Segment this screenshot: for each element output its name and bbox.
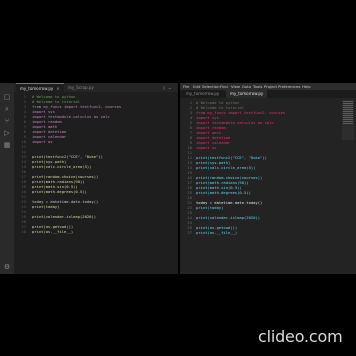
line-number: 28	[21, 229, 26, 234]
watermark-text: clideo.com	[258, 327, 343, 346]
more-icon[interactable]: …	[169, 85, 174, 90]
code-text: print(calc.circle_area(5))	[32, 164, 92, 169]
source-control-icon[interactable]: ⑂	[3, 117, 11, 125]
code-text: print(math.degrees(0.5))	[32, 189, 87, 194]
menu-item-file[interactable]: File	[183, 83, 189, 90]
code-text: print(os.__file__)	[196, 230, 238, 235]
code-text: import os	[32, 139, 53, 144]
left-editor-window: ▢ ⌕ ⑂ ▷ ▦ ⚙ my_tomorrow.py × my_Scrap.py …	[0, 83, 178, 274]
tab-label: my_tomorrow.py	[20, 86, 54, 91]
gear-icon[interactable]: ⚙	[3, 263, 11, 271]
screen-recording-frame: ▢ ⌕ ⑂ ▷ ▦ ⚙ my_tomorrow.py × my_Scrap.py …	[0, 83, 356, 274]
code-text: print(math.degrees(0.5))	[196, 190, 251, 195]
minimap[interactable]	[342, 100, 354, 140]
tab-my-tomorrow-1[interactable]: my_tomorrow.py	[182, 90, 223, 98]
activity-bar: ▢ ⌕ ⑂ ▷ ▦ ⚙	[0, 83, 14, 274]
tab-my-scrap[interactable]: my_Scrap.py	[64, 83, 98, 92]
code-text: print(today)	[32, 204, 60, 209]
tab-label: my_tomorrow.py	[186, 91, 220, 96]
right-code-editor[interactable]: 1 # Welcome to python 2 # Welcome to tutori…	[180, 100, 356, 274]
menu-item-preferences[interactable]: Preferences	[278, 83, 300, 90]
code-line[interactable]: 28 print(os.__file__)	[14, 229, 73, 234]
menu-item-view[interactable]: View	[231, 83, 240, 90]
menu-item-find[interactable]: Find	[220, 83, 228, 90]
menu-bar: File Edit Selection Find View Goto Tools Projec…	[180, 83, 356, 90]
code-text: print(calendar.isleap(2020))	[196, 215, 261, 220]
tab-my-tomorrow-2[interactable]: my_tomorrow.py	[226, 90, 268, 98]
right-tab-bar: my_tomorrow.py my_tomorrow.py	[180, 90, 356, 98]
menu-item-help[interactable]: Help	[302, 83, 311, 90]
code-text: print(calendar.isleap(2020))	[32, 214, 97, 219]
debug-icon[interactable]: ▷	[3, 129, 11, 137]
code-line[interactable]: 27 print(os.__file__)	[180, 230, 237, 235]
menu-item-selection[interactable]: Selection	[202, 83, 220, 90]
tab-label: my_Scrap.py	[68, 85, 94, 90]
menu-item-tools[interactable]: Tools	[253, 83, 262, 90]
line-number: 27	[187, 230, 192, 235]
right-editor-window: File Edit Selection Find View Goto Tools Projec…	[180, 83, 356, 274]
left-code-editor[interactable]: 1 # Welcome to python 2 # Welcome to tutori…	[14, 94, 178, 274]
files-icon[interactable]: ▢	[3, 93, 11, 101]
menu-item-project[interactable]: Project	[264, 83, 277, 90]
menu-item-edit[interactable]: Edit	[193, 83, 200, 90]
extensions-icon[interactable]: ▦	[3, 141, 11, 149]
code-text: print(today)	[196, 205, 224, 210]
code-text: print(calc.circle_area(5))	[196, 165, 256, 170]
code-text: import os	[196, 145, 217, 150]
tab-actions: ▯…	[163, 85, 174, 90]
menu-item-goto[interactable]: Goto	[242, 83, 251, 90]
search-icon[interactable]: ⌕	[3, 105, 11, 113]
tab-label: my_tomorrow.py	[230, 91, 264, 96]
close-icon[interactable]: ×	[56, 84, 59, 93]
left-tab-bar: my_tomorrow.py × my_Scrap.py ▯…	[14, 83, 178, 92]
code-text: print(os.__file__)	[32, 229, 74, 234]
tab-my-tomorrow[interactable]: my_tomorrow.py ×	[16, 83, 64, 92]
